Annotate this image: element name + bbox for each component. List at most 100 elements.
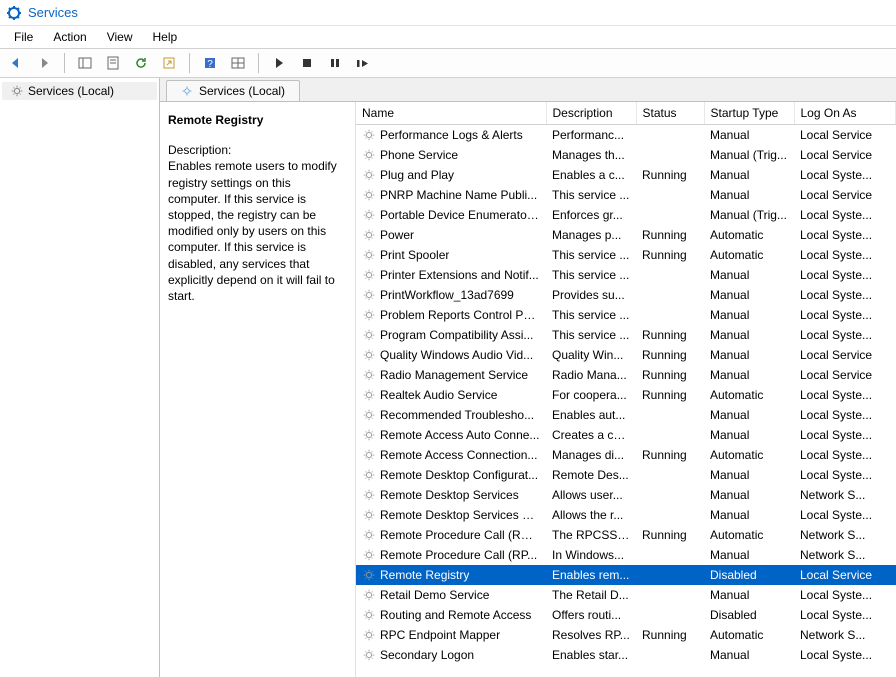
service-startup-type: Manual (Trig...: [704, 145, 794, 165]
show-hide-tree-button[interactable]: [73, 51, 97, 75]
service-status: Running: [636, 325, 704, 345]
gear-icon: [362, 408, 376, 422]
toolbar-separator: [189, 53, 190, 73]
service-name: Program Compatibility Assi...: [380, 328, 533, 342]
table-row[interactable]: Remote Access Connection...Manages di...…: [356, 445, 896, 465]
table-row[interactable]: Realtek Audio ServiceFor coopera...Runni…: [356, 385, 896, 405]
table-row[interactable]: Program Compatibility Assi...This servic…: [356, 325, 896, 345]
service-name: Recommended Troublesho...: [380, 408, 534, 422]
table-row[interactable]: Remote Desktop ServicesAllows user...Man…: [356, 485, 896, 505]
column-header-status[interactable]: Status: [636, 102, 704, 125]
forward-button[interactable]: [32, 51, 56, 75]
table-row[interactable]: PowerManages p...RunningAutomaticLocal S…: [356, 225, 896, 245]
service-name: Problem Reports Control Pa...: [380, 308, 540, 322]
table-row[interactable]: Print SpoolerThis service ...RunningAuto…: [356, 245, 896, 265]
service-log-on-as: Local Service: [794, 125, 896, 145]
start-service-button[interactable]: [267, 51, 291, 75]
menu-help[interactable]: Help: [143, 28, 188, 46]
service-startup-type: Manual: [704, 365, 794, 385]
column-header-description[interactable]: Description: [546, 102, 636, 125]
service-status: [636, 125, 704, 145]
service-startup-type: Manual: [704, 285, 794, 305]
menu-file[interactable]: File: [4, 28, 43, 46]
table-row[interactable]: Radio Management ServiceRadio Mana...Run…: [356, 365, 896, 385]
table-row[interactable]: Printer Extensions and Notif...This serv…: [356, 265, 896, 285]
service-name: Remote Access Connection...: [380, 448, 537, 462]
service-startup-type: Automatic: [704, 525, 794, 545]
tree-item-services-local[interactable]: Services (Local): [2, 82, 157, 100]
console-tree[interactable]: Services (Local): [0, 78, 160, 677]
service-name: Remote Desktop Configurat...: [380, 468, 538, 482]
service-log-on-as: Network S...: [794, 545, 896, 565]
table-row[interactable]: Secondary LogonEnables star...ManualLoca…: [356, 645, 896, 665]
service-status: [636, 145, 704, 165]
service-status: Running: [636, 245, 704, 265]
service-log-on-as: Local Syste...: [794, 245, 896, 265]
gear-icon: [362, 388, 376, 402]
gear-icon: [362, 568, 376, 582]
services-list[interactable]: Name Description Status Startup Type Log…: [355, 102, 896, 677]
restart-service-button[interactable]: [351, 51, 375, 75]
service-name: Realtek Audio Service: [380, 388, 497, 402]
service-description: Enables rem...: [546, 565, 636, 585]
table-row[interactable]: Recommended Troublesho...Enables aut...M…: [356, 405, 896, 425]
table-row[interactable]: Performance Logs & AlertsPerformanc...Ma…: [356, 125, 896, 145]
table-row[interactable]: Remote Access Auto Conne...Creates a co.…: [356, 425, 896, 445]
table-row[interactable]: Problem Reports Control Pa...This servic…: [356, 305, 896, 325]
table-row[interactable]: Remote RegistryEnables rem...DisabledLoc…: [356, 565, 896, 585]
service-name: PNRP Machine Name Publi...: [380, 188, 537, 202]
service-status: [636, 405, 704, 425]
service-name: Plug and Play: [380, 168, 454, 182]
service-startup-type: Manual: [704, 645, 794, 665]
menu-action[interactable]: Action: [43, 28, 96, 46]
column-headers-row: Name Description Status Startup Type Log…: [356, 102, 896, 125]
stop-service-button[interactable]: [295, 51, 319, 75]
table-row[interactable]: Remote Procedure Call (RPC)The RPCSS s..…: [356, 525, 896, 545]
table-row[interactable]: PNRP Machine Name Publi...This service .…: [356, 185, 896, 205]
gear-icon: [362, 328, 376, 342]
column-header-log-on-as[interactable]: Log On As: [794, 102, 896, 125]
back-button[interactable]: [4, 51, 28, 75]
service-startup-type: Manual: [704, 585, 794, 605]
pause-service-button[interactable]: [323, 51, 347, 75]
table-row[interactable]: RPC Endpoint MapperResolves RP...Running…: [356, 625, 896, 645]
service-description: Enforces gr...: [546, 205, 636, 225]
refresh-button[interactable]: [129, 51, 153, 75]
service-startup-type: Manual: [704, 345, 794, 365]
service-name: Remote Procedure Call (RPC): [380, 528, 540, 542]
column-header-name[interactable]: Name: [356, 102, 546, 125]
service-startup-type: Manual: [704, 425, 794, 445]
table-row[interactable]: Plug and PlayEnables a c...RunningManual…: [356, 165, 896, 185]
gear-icon: [181, 85, 193, 97]
toolbar: ?: [0, 48, 896, 78]
service-description: Manages p...: [546, 225, 636, 245]
table-row[interactable]: PrintWorkflow_13ad7699Provides su...Manu…: [356, 285, 896, 305]
service-description: For coopera...: [546, 385, 636, 405]
gear-icon: [362, 608, 376, 622]
table-row[interactable]: Remote Desktop Configurat...Remote Des..…: [356, 465, 896, 485]
table-row[interactable]: Portable Device Enumerator...Enforces gr…: [356, 205, 896, 225]
service-name: Secondary Logon: [380, 648, 474, 662]
table-row[interactable]: Phone ServiceManages th...Manual (Trig..…: [356, 145, 896, 165]
svg-text:?: ?: [207, 59, 213, 70]
large-icons-button[interactable]: [226, 51, 250, 75]
service-description: Allows user...: [546, 485, 636, 505]
properties-button[interactable]: [101, 51, 125, 75]
column-header-startup-type[interactable]: Startup Type: [704, 102, 794, 125]
tab-services-local[interactable]: Services (Local): [166, 80, 300, 101]
table-row[interactable]: Routing and Remote AccessOffers routi...…: [356, 605, 896, 625]
service-startup-type: Manual: [704, 485, 794, 505]
service-log-on-as: Local Service: [794, 565, 896, 585]
table-row[interactable]: Remote Desktop Services U...Allows the r…: [356, 505, 896, 525]
table-row[interactable]: Quality Windows Audio Vid...Quality Win.…: [356, 345, 896, 365]
table-row[interactable]: Retail Demo ServiceThe Retail D...Manual…: [356, 585, 896, 605]
service-log-on-as: Local Syste...: [794, 465, 896, 485]
menu-view[interactable]: View: [97, 28, 143, 46]
selected-service-description: Enables remote users to modify registry …: [168, 158, 345, 304]
service-description: Offers routi...: [546, 605, 636, 625]
service-log-on-as: Local Syste...: [794, 325, 896, 345]
export-list-button[interactable]: [157, 51, 181, 75]
gear-icon: [362, 528, 376, 542]
help-button[interactable]: ?: [198, 51, 222, 75]
table-row[interactable]: Remote Procedure Call (RP...In Windows..…: [356, 545, 896, 565]
